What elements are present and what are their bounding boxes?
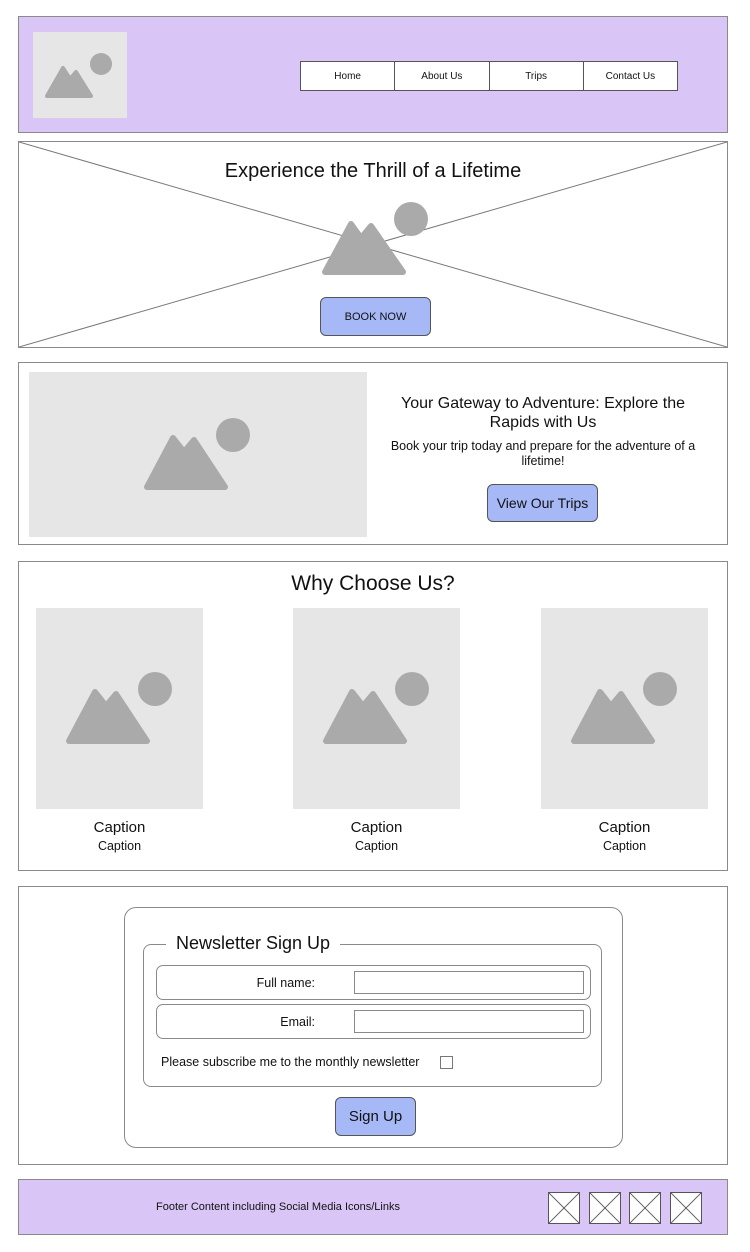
logo-image-placeholder-icon [33,32,127,118]
newsletter-fieldset: Newsletter Sign Up Full name: Email: Ple… [143,933,602,1087]
adventure-title: Your Gateway to Adventure: Explore the R… [400,395,686,431]
nav-home[interactable]: Home [301,62,396,90]
feature-card: Caption Caption [36,608,203,853]
view-trips-button[interactable]: View Our Trips [487,484,598,522]
social-placeholder-icon[interactable] [629,1192,661,1224]
main-nav: Home About Us Trips Contact Us [300,61,678,91]
newsletter-legend: Newsletter Sign Up [166,933,341,954]
hero-section: Experience the Thrill of a Lifetime BOOK… [18,141,728,348]
social-placeholder-icon[interactable] [589,1192,621,1224]
book-now-button[interactable]: BOOK NOW [320,297,431,336]
feature-card: Caption Caption [541,608,708,853]
why-choose-us-section: Why Choose Us? Caption Caption Caption C… [18,561,728,871]
adventure-section: Your Gateway to Adventure: Explore the R… [18,362,728,545]
nav-contact-us[interactable]: Contact Us [584,62,677,90]
social-placeholder-icon[interactable] [548,1192,580,1224]
footer-text: Footer Content including Social Media Ic… [156,1201,400,1213]
hero-title: Experience the Thrill of a Lifetime [224,160,522,182]
card-caption: Caption [350,819,403,836]
newsletter-section: Newsletter Sign Up Full name: Email: Ple… [18,886,728,1165]
card-subcaption: Caption [354,839,399,853]
full-name-label: Full name: [256,976,315,990]
card-subcaption: Caption [602,839,647,853]
hero-image-placeholder-icon [319,200,431,278]
adventure-image-placeholder-icon [29,372,367,537]
full-name-row: Full name: [156,965,591,1000]
subscribe-label: Please subscribe me to the monthly newsl… [161,1055,420,1069]
nav-trips[interactable]: Trips [490,62,584,90]
feature-card: Caption Caption [293,608,460,853]
nav-about-us[interactable]: About Us [395,62,490,90]
why-title: Why Choose Us? [291,572,455,595]
email-label: Email: [280,1015,315,1029]
site-header: Home About Us Trips Contact Us [18,16,728,133]
newsletter-form: Newsletter Sign Up Full name: Email: Ple… [124,907,623,1148]
sign-up-button[interactable]: Sign Up [335,1097,416,1136]
email-input[interactable] [354,1010,584,1033]
subscribe-checkbox[interactable] [440,1056,453,1069]
site-footer: Footer Content including Social Media Ic… [18,1179,728,1235]
card-subcaption: Caption [97,839,142,853]
card-caption: Caption [598,819,651,836]
social-placeholder-icon[interactable] [670,1192,702,1224]
card-image-placeholder-icon [293,608,460,809]
card-caption: Caption [93,819,146,836]
card-image-placeholder-icon [541,608,708,809]
card-image-placeholder-icon [36,608,203,809]
email-row: Email: [156,1004,591,1039]
full-name-input[interactable] [354,971,584,994]
adventure-text: Book your trip today and prepare for the… [390,439,696,468]
